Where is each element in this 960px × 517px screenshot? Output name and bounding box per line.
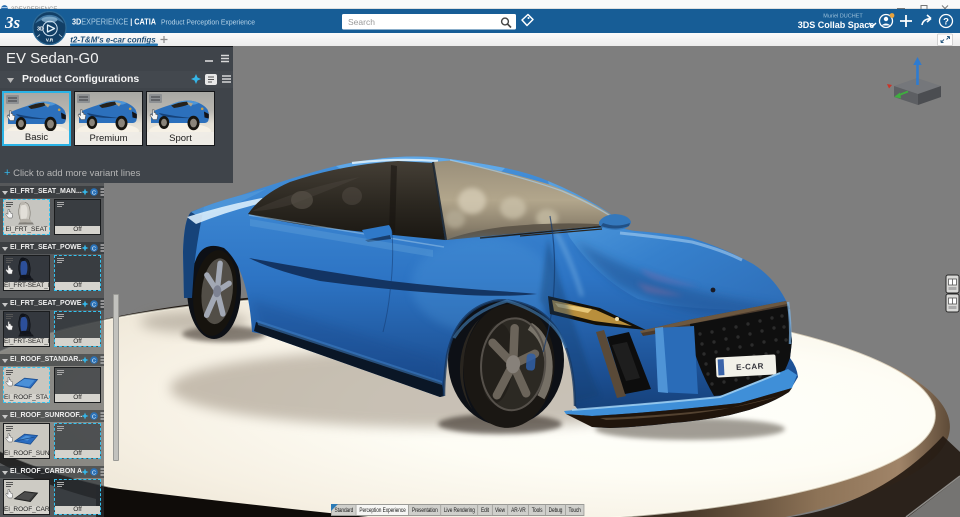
svg-text:3DS Collab Space: 3DS Collab Space (798, 20, 875, 30)
svg-text:3s: 3s (4, 13, 21, 32)
svg-text:Search: Search (348, 17, 375, 27)
svg-text:C: C (92, 246, 96, 252)
svg-text:C: C (92, 190, 96, 196)
svg-text:Muriel DUCHET: Muriel DUCHET (823, 14, 863, 20)
svg-text:C: C (92, 302, 96, 308)
svg-text:C: C (92, 470, 96, 476)
svg-text:Product Perception Experience: Product Perception Experience (161, 18, 255, 27)
svg-text:C: C (92, 358, 96, 364)
svg-text:t2-T&M's e-car configs: t2-T&M's e-car configs (70, 36, 156, 45)
svg-text:?: ? (943, 17, 949, 28)
svg-text:C: C (92, 414, 96, 420)
svg-text:3DEXPERIENCE | CATIA: 3DEXPERIENCE | CATIA (72, 17, 156, 27)
svg-text:V.R: V.R (46, 38, 54, 44)
svg-text:3D: 3D (37, 27, 44, 33)
svg-text:E-CAR: E-CAR (736, 362, 764, 372)
